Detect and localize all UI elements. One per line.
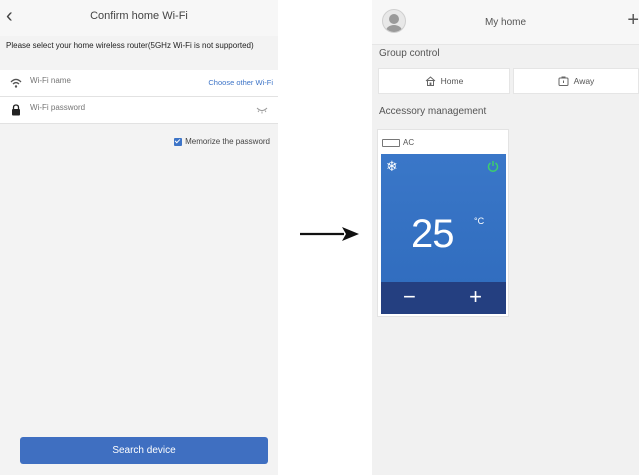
group-control-label: Group control <box>379 48 440 59</box>
temperature-value: 25 <box>411 212 454 256</box>
away-mode-button[interactable]: Away <box>513 68 639 94</box>
wifi-password-row[interactable] <box>0 97 278 124</box>
memorize-password-checkbox[interactable]: Memorize the password <box>174 137 270 146</box>
away-mode-label: Away <box>573 76 595 86</box>
wifi-icon <box>10 78 22 88</box>
wifi-confirm-screen: ‹ Confirm home Wi-Fi Please select your … <box>0 0 278 475</box>
ac-device-card[interactable]: AC ❄ 25 °C − + <box>377 129 509 317</box>
header-bar: My home + <box>372 0 639 45</box>
home-mode-button[interactable]: Home <box>378 68 510 94</box>
add-device-button[interactable]: + <box>627 10 639 30</box>
home-icon <box>425 76 435 86</box>
eye-closed-icon[interactable] <box>256 106 268 114</box>
header-bar: ‹ Confirm home Wi-Fi <box>0 0 278 36</box>
wifi-name-input[interactable] <box>30 76 170 85</box>
search-device-button[interactable]: Search device <box>20 437 268 464</box>
arrow-right-icon <box>300 227 359 241</box>
memorize-label: Memorize the password <box>185 137 270 146</box>
my-home-screen: My home + Group control Home Away Access… <box>372 0 639 475</box>
increase-temp-button[interactable]: + <box>469 285 482 309</box>
snowflake-icon[interactable]: ❄ <box>386 158 398 175</box>
ac-control-bar: − + <box>381 282 506 314</box>
page-title: My home <box>484 17 527 28</box>
ac-control-panel: ❄ 25 °C − + <box>381 154 506 314</box>
router-note: Please select your home wireless router(… <box>6 41 254 50</box>
page-title: Confirm home Wi-Fi <box>90 10 188 22</box>
wifi-name-row[interactable]: Choose other Wi-Fi <box>0 70 278 97</box>
temperature-unit: °C <box>474 216 485 226</box>
home-mode-label: Home <box>440 76 464 86</box>
accessory-management-label: Accessory management <box>379 106 487 117</box>
choose-other-wifi-link[interactable]: Choose other Wi-Fi <box>208 78 273 87</box>
ac-unit-icon <box>382 138 400 147</box>
lock-icon <box>12 104 20 116</box>
ac-card-header: AC <box>382 138 414 147</box>
decrease-temp-button[interactable]: − <box>403 285 416 309</box>
power-icon[interactable] <box>487 160 499 172</box>
checkbox-checked-icon[interactable] <box>174 137 183 146</box>
away-icon <box>558 76 569 86</box>
ac-name: AC <box>403 138 415 147</box>
wifi-password-input[interactable] <box>30 103 170 112</box>
